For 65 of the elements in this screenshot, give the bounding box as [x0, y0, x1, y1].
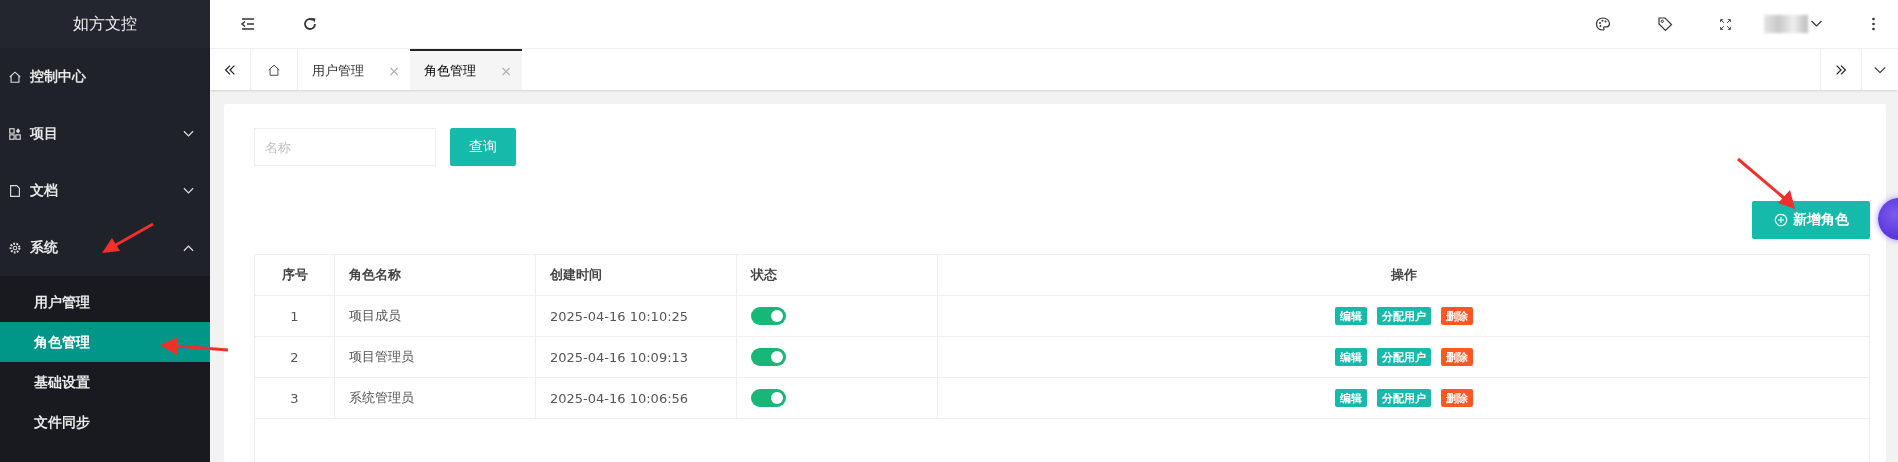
- sidebar-item[interactable]: 项目: [0, 105, 210, 162]
- table-cell: 系统管理员: [335, 378, 536, 418]
- column-header: 操作: [1389, 266, 1418, 284]
- table-cell: 2025-04-16 10:10:25: [536, 296, 737, 336]
- sidebar-item[interactable]: 控制中心: [0, 48, 210, 105]
- table-cell: 项目管理员: [335, 337, 536, 377]
- delete-button[interactable]: 删除: [1440, 307, 1473, 325]
- table-cell: 3: [255, 378, 335, 418]
- column-header: 创建时间: [536, 255, 737, 295]
- assign-button[interactable]: 分配用户: [1376, 389, 1431, 407]
- tab-label: 角色管理: [424, 61, 476, 80]
- page-tab[interactable]: 用户管理 ×: [298, 49, 410, 90]
- column-header: 序号: [255, 255, 335, 295]
- palette-icon[interactable]: [1595, 16, 1611, 32]
- sidebar-item[interactable]: 系统: [0, 219, 210, 276]
- more-icon[interactable]: [1871, 16, 1876, 32]
- chevron-up-icon: [183, 243, 194, 252]
- home-icon: [8, 69, 22, 84]
- delete-button[interactable]: 删除: [1440, 389, 1473, 407]
- plus-circle-icon: [1773, 213, 1788, 227]
- annotation-arrow: [102, 222, 154, 253]
- app-logo: 如方文控: [0, 0, 210, 48]
- refresh-icon[interactable]: [302, 16, 318, 32]
- table-cell: 2025-04-16 10:09:13: [536, 337, 737, 377]
- caret-icon[interactable]: [1810, 20, 1823, 28]
- edit-button[interactable]: 编辑: [1334, 348, 1367, 366]
- double-chevron-right-icon: [1834, 62, 1848, 77]
- table-cell: 2025-04-16 10:06:56: [536, 378, 737, 418]
- chevron-down-icon: [183, 129, 194, 138]
- annotation-arrow: [1737, 157, 1795, 209]
- edit-button[interactable]: 编辑: [1334, 307, 1367, 325]
- tab-label: 用户管理: [312, 61, 364, 80]
- query-button[interactable]: 查询: [450, 128, 516, 166]
- double-chevron-left-icon: [223, 62, 237, 77]
- status-switch[interactable]: [751, 389, 786, 407]
- table-cell: 2: [255, 337, 335, 377]
- grid-icon: [8, 126, 22, 141]
- delete-button[interactable]: 删除: [1440, 348, 1473, 366]
- sidebar-item[interactable]: 文档: [0, 162, 210, 219]
- name-search-field[interactable]: 名称: [254, 128, 436, 166]
- submenu-item[interactable]: 文件同步: [0, 402, 210, 442]
- submenu-item[interactable]: 用户管理: [0, 282, 210, 322]
- chevron-down-icon: [183, 186, 194, 195]
- column-header: 状态: [737, 255, 938, 295]
- document-icon: [8, 183, 22, 198]
- table-cell: 1: [255, 296, 335, 336]
- close-icon[interactable]: ×: [388, 62, 400, 79]
- assign-button[interactable]: 分配用户: [1376, 307, 1431, 325]
- add-role-button[interactable]: 新增角色: [1752, 201, 1870, 239]
- assign-button[interactable]: 分配用户: [1376, 348, 1431, 366]
- page-tab[interactable]: 角色管理 ×: [410, 49, 522, 90]
- edit-button[interactable]: 编辑: [1334, 389, 1367, 407]
- settings-icon: [8, 240, 22, 255]
- annotation-arrow: [160, 337, 229, 355]
- column-header: 角色名称: [335, 255, 536, 295]
- close-icon[interactable]: ×: [500, 62, 512, 79]
- tag-icon[interactable]: [1657, 16, 1673, 32]
- submenu-item[interactable]: 角色管理: [0, 322, 210, 362]
- status-switch[interactable]: [751, 348, 786, 366]
- fullscreen-icon[interactable]: [1719, 17, 1732, 31]
- menu-fold-icon[interactable]: [240, 16, 256, 32]
- submenu-item[interactable]: 基础设置: [0, 362, 210, 402]
- home-icon: [267, 62, 281, 77]
- table-cell: 项目成员: [335, 296, 536, 336]
- status-switch[interactable]: [751, 307, 786, 325]
